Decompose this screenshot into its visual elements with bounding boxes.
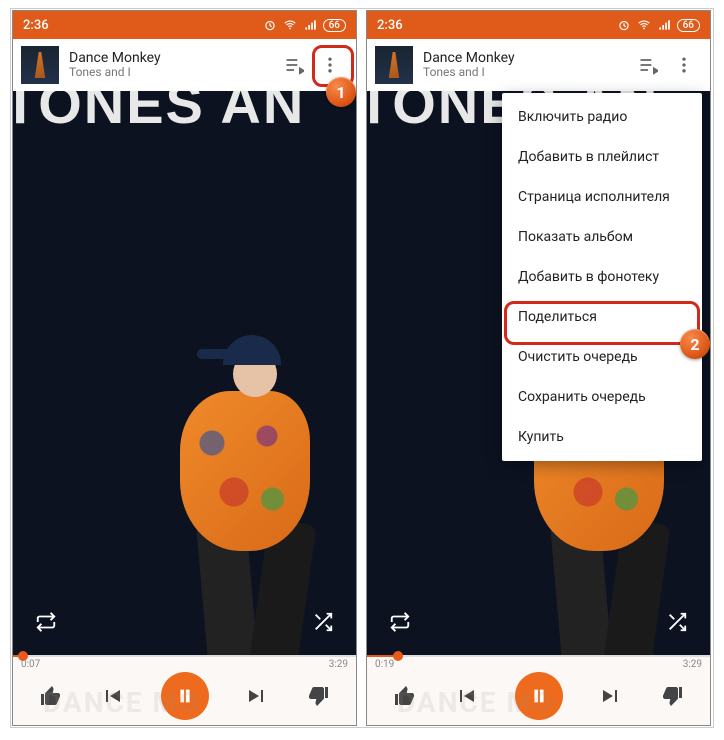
- queue-button[interactable]: [276, 47, 312, 83]
- album-cover[interactable]: TONES AN: [13, 91, 356, 655]
- pause-button[interactable]: [161, 672, 209, 720]
- status-icons: 66: [263, 18, 346, 32]
- callout-badge-1: 1: [326, 77, 356, 107]
- track-title: Dance Monkey: [423, 51, 630, 66]
- progress-bar[interactable]: [13, 655, 356, 657]
- album-thumbnail[interactable]: [21, 46, 59, 84]
- repeat-button[interactable]: [35, 611, 57, 637]
- track-artist: Tones and I: [423, 66, 630, 79]
- menu-item-add-library[interactable]: Добавить в фонотеку: [502, 257, 702, 297]
- thumbs-up-button[interactable]: [39, 684, 63, 708]
- album-thumbnail[interactable]: [375, 46, 413, 84]
- player-toolbar: Dance Monkey Tones and I: [367, 39, 710, 91]
- menu-item-add-playlist[interactable]: Добавить в плейлист: [502, 137, 702, 177]
- previous-button[interactable]: [100, 684, 124, 708]
- menu-item-show-album[interactable]: Показать альбом: [502, 217, 702, 257]
- wifi-icon: [283, 18, 297, 32]
- cover-band-text: TONES AN: [13, 91, 305, 136]
- status-icons: 66: [617, 18, 700, 32]
- alarm-icon: [617, 18, 631, 32]
- previous-button[interactable]: [454, 684, 478, 708]
- next-button[interactable]: [245, 684, 269, 708]
- menu-item-clear-queue[interactable]: Очистить очередь: [502, 337, 702, 377]
- more-button[interactable]: [666, 47, 702, 83]
- signal-icon: [303, 18, 317, 32]
- shuffle-button[interactable]: [312, 611, 334, 637]
- menu-item-radio[interactable]: Включить радио: [502, 97, 702, 137]
- menu-item-share[interactable]: Поделиться: [502, 297, 702, 337]
- menu-item-save-queue[interactable]: Сохранить очередь: [502, 377, 702, 417]
- wifi-icon: [637, 18, 651, 32]
- thumbs-up-button[interactable]: [393, 684, 417, 708]
- repeat-button[interactable]: [389, 611, 411, 637]
- next-button[interactable]: [599, 684, 623, 708]
- player-footer: 0:07 3:29 DANCE MO: [13, 655, 356, 725]
- menu-item-buy[interactable]: Купить: [502, 417, 702, 457]
- thumbs-down-button[interactable]: [306, 684, 330, 708]
- time-elapsed: 0:19: [375, 659, 394, 670]
- battery-indicator: 66: [323, 19, 346, 32]
- status-time: 2:36: [23, 18, 49, 33]
- more-menu-dropdown: Включить радио Добавить в плейлист Стран…: [502, 93, 702, 461]
- menu-item-artist-page[interactable]: Страница исполнителя: [502, 177, 702, 217]
- battery-indicator: 66: [677, 19, 700, 32]
- phone-screenshot-right: 2:36 66 Dance Monkey Tones and I TONES A: [366, 10, 711, 726]
- progress-bar[interactable]: [367, 655, 710, 657]
- queue-button[interactable]: [630, 47, 666, 83]
- status-bar: 2:36 66: [367, 11, 710, 39]
- thumbs-down-button[interactable]: [660, 684, 684, 708]
- alarm-icon: [263, 18, 277, 32]
- player-toolbar: Dance Monkey Tones and I: [13, 39, 356, 91]
- callout-badge-2: 2: [680, 329, 710, 359]
- phone-screenshot-left: 2:36 66 Dance Monkey Tones and I TONES A: [12, 10, 357, 726]
- comparison-frame: 2:36 66 Dance Monkey Tones and I TONES A: [10, 8, 714, 728]
- track-title: Dance Monkey: [69, 51, 276, 66]
- shuffle-button[interactable]: [666, 611, 688, 637]
- signal-icon: [657, 18, 671, 32]
- track-meta[interactable]: Dance Monkey Tones and I: [423, 51, 630, 80]
- time-total: 3:29: [683, 659, 702, 670]
- track-meta[interactable]: Dance Monkey Tones and I: [69, 51, 276, 80]
- pause-button[interactable]: [515, 672, 563, 720]
- track-artist: Tones and I: [69, 66, 276, 79]
- player-footer: 0:19 3:29 DANCE MO: [367, 655, 710, 725]
- time-total: 3:29: [329, 659, 348, 670]
- status-time: 2:36: [377, 18, 403, 33]
- status-bar: 2:36 66: [13, 11, 356, 39]
